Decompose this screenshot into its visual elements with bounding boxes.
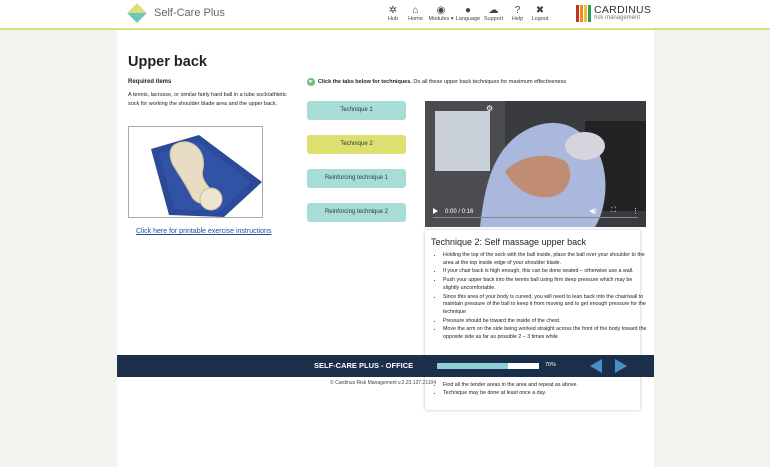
modules-icon: ◉	[436, 5, 446, 16]
globe-icon: ●	[464, 5, 472, 16]
tabs-instruction: ☛ Click the tabs below for techniques. D…	[307, 78, 567, 86]
copyright: © Cardinus Risk Management v.2.23.137.21…	[330, 380, 437, 386]
volume-icon[interactable]: ◀)	[589, 207, 597, 215]
video-seek-bar[interactable]	[433, 216, 638, 218]
list-item: Find all the tender areas in the area an…	[443, 382, 648, 390]
nav-home[interactable]: ⌂ Home	[405, 5, 427, 22]
list-item: Move the arm on the side being worked st…	[443, 326, 648, 341]
video-player[interactable]: ⚙ 0:00 / 0:16 ◀) ⛶ ⋮	[425, 101, 646, 227]
list-item: Technique may be done at least once a da…	[443, 390, 648, 398]
fullscreen-icon[interactable]: ⛶	[611, 207, 616, 215]
company-name: CARDINUS	[594, 4, 652, 16]
progress-bar	[437, 363, 539, 369]
company-subtitle: risk management	[594, 15, 641, 21]
video-time: 0:00 / 0:16	[445, 209, 474, 215]
tab-technique-1[interactable]: Technique 1	[307, 101, 406, 120]
course-footer-bar: SELF-CARE PLUS - OFFICE 70%	[117, 355, 654, 377]
app-title: Self-Care Plus	[154, 7, 225, 19]
top-bar: Self-Care Plus ✲ Hub ⌂ Home ◉ Modules ▾ ● La…	[0, 0, 770, 30]
page-title: Upper back	[128, 54, 207, 70]
required-items-heading: Required items	[128, 79, 172, 85]
list-item: Holding the top of the sock with the bal…	[443, 252, 648, 267]
nav-language[interactable]: ● Language	[456, 5, 481, 22]
nav-modules[interactable]: ◉ Modules ▾	[427, 5, 455, 22]
list-item: Pressure should be toward the inside of …	[443, 318, 648, 326]
progress-fill	[437, 363, 509, 369]
chat-icon: ☁	[488, 5, 499, 16]
technique-title: Technique 2: Self massage upper back	[431, 237, 587, 247]
more-options-icon[interactable]: ⋮	[632, 207, 639, 215]
sock-ball-image	[128, 126, 263, 218]
video-controls: 0:00 / 0:16 ◀) ⛶ ⋮	[425, 203, 646, 227]
list-item: If your chair back is high enough, this …	[443, 268, 648, 276]
next-arrow-icon[interactable]	[615, 359, 627, 373]
help-icon: ?	[514, 5, 521, 16]
previous-arrow-icon[interactable]	[590, 359, 602, 373]
progress-label: 70%	[545, 362, 557, 368]
hub-icon: ✲	[388, 5, 398, 16]
printable-instructions-link[interactable]: Click here for printable exercise instru…	[136, 228, 271, 235]
list-item: Push your upper back into the tennis bal…	[443, 277, 648, 292]
list-item: Since this area of your body is curved, …	[443, 294, 648, 317]
nav-support[interactable]: ☁ Support	[481, 5, 506, 22]
technique-steps: Holding the top of the sock with the bal…	[431, 252, 648, 343]
app-logo-icon	[127, 3, 147, 23]
app-brand[interactable]: Self-Care Plus	[127, 3, 225, 23]
pointer-icon: ☛	[307, 78, 315, 86]
nav-hub[interactable]: ✲ Hub	[382, 5, 404, 22]
required-items-text: A tennis, lacrosse, or similar fairly ha…	[128, 92, 287, 107]
settings-icon[interactable]: ⚙	[486, 104, 493, 113]
play-icon[interactable]	[433, 208, 438, 214]
home-icon: ⌂	[412, 5, 419, 16]
tab-reinforcing-technique-2[interactable]: Reinforcing technique 2	[307, 203, 406, 222]
main-nav: ✲ Hub ⌂ Home ◉ Modules ▾ ● Language ☁ Support…	[382, 5, 552, 22]
company-logo-icon	[576, 5, 591, 22]
nav-help[interactable]: ? Help	[507, 5, 529, 22]
company-logo: CARDINUS risk management	[576, 5, 651, 22]
technique-steps-continued: Find all the tender areas in the area an…	[431, 382, 648, 397]
nav-logout[interactable]: ✖ Logout	[529, 5, 551, 22]
tab-reinforcing-technique-1[interactable]: Reinforcing technique 1	[307, 169, 406, 188]
close-icon: ✖	[535, 5, 545, 16]
course-title: SELF-CARE PLUS - OFFICE	[314, 361, 414, 370]
tab-technique-2[interactable]: Technique 2	[307, 135, 406, 154]
